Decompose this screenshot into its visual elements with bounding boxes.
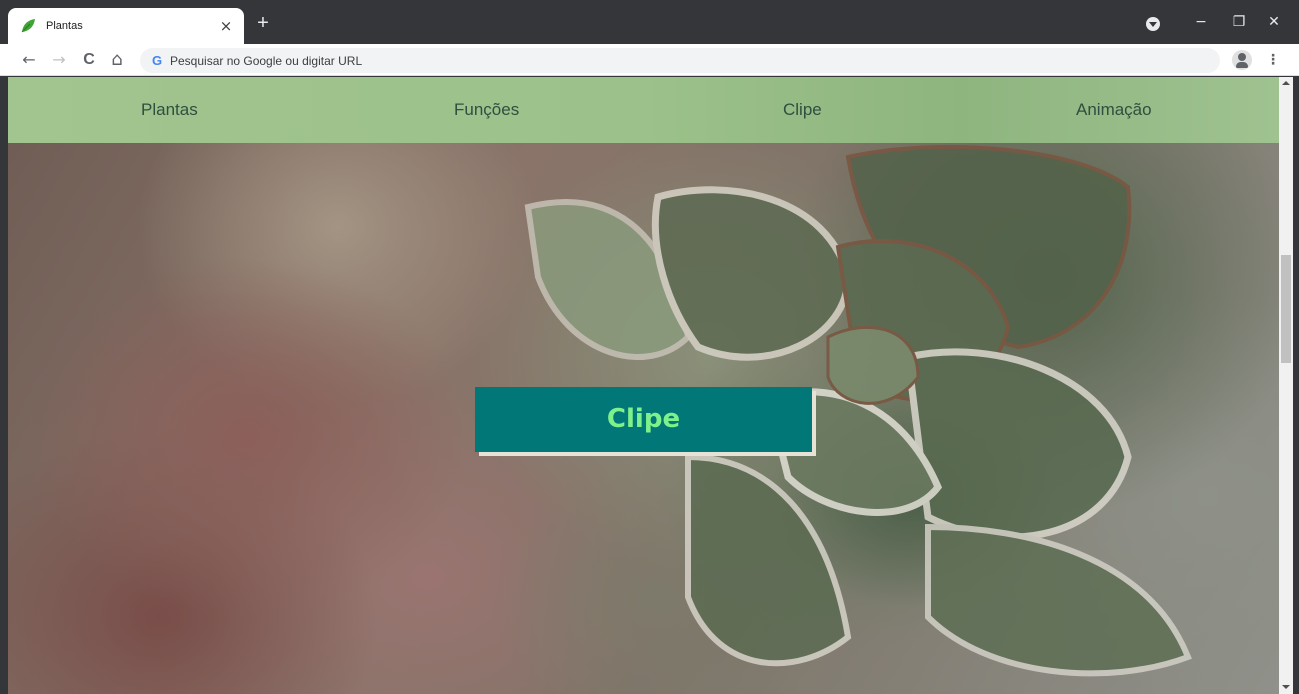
home-button[interactable]: ⌂: [106, 49, 128, 71]
scroll-up-arrow-icon[interactable]: [1282, 81, 1290, 85]
scroll-down-arrow-icon[interactable]: [1282, 685, 1290, 689]
window-frame-right: [1293, 77, 1299, 694]
profile-avatar-icon[interactable]: [1232, 50, 1252, 70]
nav-link-funcoes[interactable]: Funções: [454, 99, 519, 121]
google-icon: G: [152, 53, 163, 68]
succulent-illustration: [524, 145, 1192, 677]
browser-window: Plantas × + − ❐ ✕ ← → C ⌂ G ⋮: [0, 0, 1299, 694]
new-tab-button[interactable]: +: [252, 13, 274, 35]
site-navbar: Plantas Funções Clipe Animação: [8, 77, 1279, 143]
address-bar[interactable]: G: [140, 48, 1220, 73]
forward-button[interactable]: →: [48, 49, 70, 71]
tab-strip: Plantas × + − ❐ ✕: [0, 0, 1299, 44]
nav-link-clipe[interactable]: Clipe: [783, 99, 822, 121]
browser-toolbar: ← → C ⌂ G ⋮: [0, 44, 1299, 76]
close-icon[interactable]: ×: [216, 16, 236, 36]
browser-menu-icon[interactable]: ⋮: [1264, 49, 1282, 71]
back-button[interactable]: ←: [18, 49, 40, 71]
page-scrollbar[interactable]: [1279, 77, 1293, 694]
tab-search-icon[interactable]: [1146, 17, 1160, 31]
restore-button[interactable]: ❐: [1226, 10, 1252, 34]
hero-plant-background: Plantas Funções Clipe Animação Clipe: [8, 77, 1279, 694]
scroll-thumb[interactable]: [1281, 255, 1291, 363]
address-input[interactable]: [170, 52, 970, 69]
tab-title: Plantas: [46, 20, 83, 32]
minimize-button[interactable]: −: [1188, 10, 1214, 34]
page-viewport: Plantas Funções Clipe Animação Clipe: [8, 77, 1279, 694]
clipe-button[interactable]: Clipe: [475, 387, 812, 452]
nav-link-plantas[interactable]: Plantas: [141, 99, 198, 121]
window-frame-left: [0, 77, 8, 694]
leaf-icon: [20, 18, 36, 34]
window-close-button[interactable]: ✕: [1261, 10, 1287, 34]
tab-plantas[interactable]: Plantas ×: [8, 8, 244, 44]
nav-link-animacao[interactable]: Animação: [1076, 99, 1152, 121]
reload-button[interactable]: C: [78, 49, 100, 71]
